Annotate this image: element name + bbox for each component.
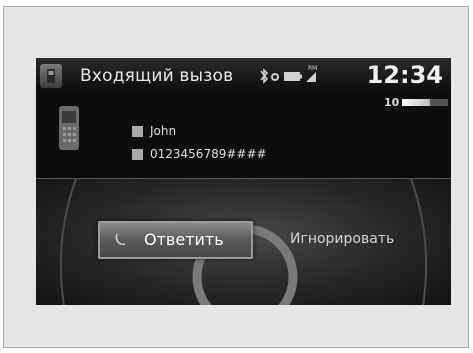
answer-label: Ответить — [144, 230, 224, 249]
clock: 12:34 — [366, 61, 443, 89]
phone-screen: Входящий вызов RM 12:34 10 John 01234567… — [36, 58, 451, 305]
status-bar: Входящий вызов RM 12:34 — [36, 58, 451, 94]
phone-icon — [47, 69, 55, 83]
signal-icon — [306, 72, 316, 82]
volume-bar — [402, 99, 448, 106]
volume-level: 10 — [384, 96, 400, 109]
call-action-panel: Ответить Игнорировать — [36, 178, 451, 305]
roam-label: RM — [308, 65, 317, 72]
handset-icon — [115, 233, 126, 246]
caller-number: 0123456789#### — [150, 147, 267, 161]
number-icon — [132, 149, 143, 160]
phone-tab-button[interactable] — [40, 64, 62, 88]
battery-icon — [284, 72, 302, 81]
ignore-label: Игнорировать — [290, 231, 395, 247]
answer-button[interactable]: Ответить — [98, 221, 253, 259]
status-icons: RM — [260, 65, 317, 84]
caller-name: John — [150, 124, 177, 138]
screen-title: Входящий вызов — [80, 66, 234, 86]
mobile-phone-icon — [59, 106, 79, 150]
contact-icon — [132, 126, 143, 137]
bluetooth-icon — [260, 68, 269, 84]
phone-connected-icon — [271, 73, 279, 81]
ignore-button[interactable]: Игнорировать — [288, 223, 438, 257]
